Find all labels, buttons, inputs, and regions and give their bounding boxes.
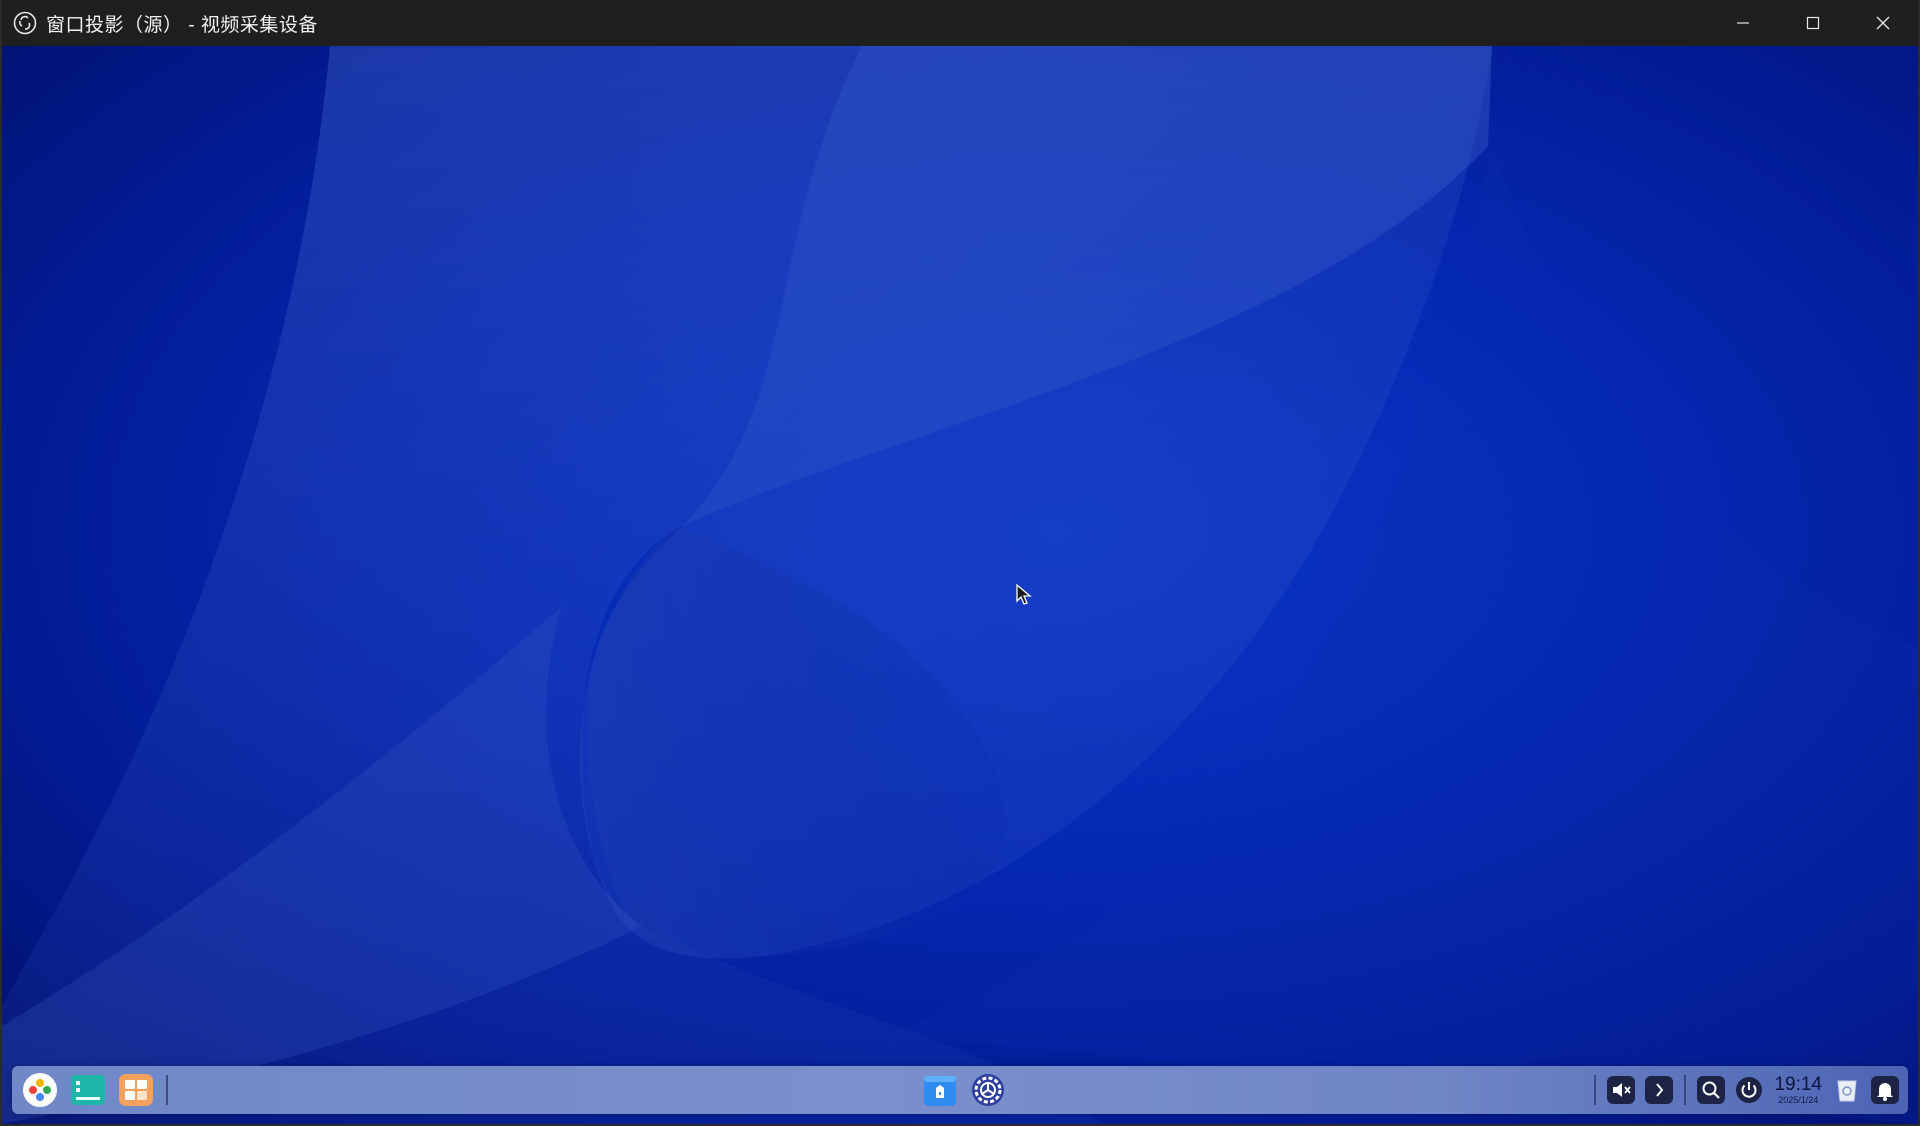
workspace-icon (119, 1074, 153, 1106)
window-title: 窗口投影（源） - 视频采集设备 (46, 14, 318, 36)
maximize-button[interactable] (1778, 0, 1848, 46)
taskbar-pinned-apps (916, 1066, 1012, 1114)
bell-icon (1871, 1076, 1899, 1104)
notification-button[interactable] (1869, 1074, 1901, 1106)
close-button[interactable] (1848, 0, 1918, 46)
settings-button[interactable] (968, 1070, 1008, 1110)
launcher-button[interactable] (20, 1070, 60, 1110)
maximize-icon (1806, 16, 1820, 30)
settings-icon (972, 1074, 1004, 1106)
launcher-icon (23, 1073, 57, 1107)
power-button[interactable] (1733, 1074, 1765, 1106)
multitask-view-icon (71, 1075, 105, 1105)
close-icon (1876, 16, 1890, 30)
mouse-cursor-icon (1016, 583, 1032, 611)
chevron-right-icon (1645, 1076, 1674, 1104)
taskbar-divider (166, 1075, 168, 1105)
tray-expand-button[interactable] (1643, 1074, 1675, 1106)
trash-button[interactable] (1831, 1074, 1863, 1106)
projected-desktop[interactable]: 19:14 2025/1/24 (2, 46, 1918, 1124)
title-bar[interactable]: 窗口投影（源） - 视频采集设备 (2, 0, 1918, 46)
minimize-button[interactable] (1708, 0, 1778, 46)
window-controls (1708, 0, 1918, 46)
search-icon (1697, 1076, 1726, 1104)
taskbar-left-group (16, 1066, 174, 1114)
clock[interactable]: 19:14 2025/1/24 (1774, 1075, 1822, 1105)
clock-date: 2025/1/24 (1778, 1095, 1819, 1105)
power-icon (1736, 1077, 1763, 1103)
workspace-button[interactable] (116, 1070, 156, 1110)
app-store-icon (924, 1076, 956, 1106)
tray-divider-2 (1684, 1075, 1687, 1105)
desktop-wallpaper (2, 46, 1918, 1124)
obs-logo-icon (12, 10, 38, 36)
clock-time: 19:14 (1774, 1074, 1822, 1095)
obs-projector-window: 窗口投影（源） - 视频采集设备 19:14 2025/1/24 (0, 0, 1920, 1126)
volume-button[interactable] (1605, 1074, 1637, 1106)
trash-icon (1837, 1080, 1857, 1102)
volume-muted-icon (1607, 1076, 1636, 1104)
tray-divider (1594, 1075, 1597, 1105)
multitask-view-button[interactable] (68, 1070, 108, 1110)
app-store-button[interactable] (920, 1070, 960, 1110)
search-button[interactable] (1695, 1074, 1727, 1106)
minimize-icon (1737, 22, 1749, 24)
system-tray: 19:14 2025/1/24 (1588, 1066, 1904, 1114)
taskbar: 19:14 2025/1/24 (12, 1066, 1908, 1114)
